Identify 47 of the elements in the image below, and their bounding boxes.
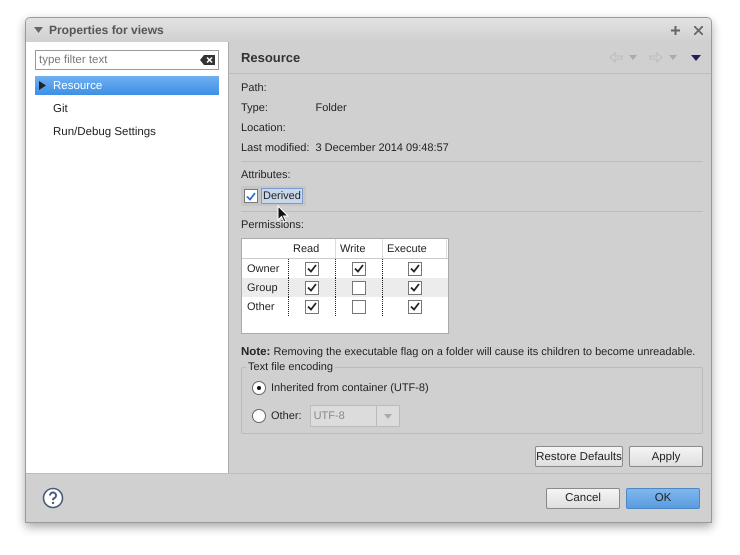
column-header: Write (336, 239, 383, 258)
page-button[interactable]: Apply (629, 446, 703, 467)
collapse-icon[interactable] (34, 27, 43, 33)
detail-value: Folder (315, 101, 348, 115)
sidebar-item[interactable]: Run/Debug Settings (35, 122, 219, 141)
sidebar-item[interactable]: Git (35, 99, 219, 118)
permission-checkbox[interactable] (408, 262, 422, 276)
derived-checkbox[interactable] (244, 189, 258, 203)
plus-icon[interactable] (671, 26, 680, 34)
column-header: Execute (383, 239, 447, 258)
column-header: Read (289, 239, 336, 258)
page-button[interactable]: Restore Defaults (535, 446, 623, 467)
window-title: Properties for views (49, 23, 165, 37)
permission-checkbox[interactable] (305, 262, 319, 276)
menu-caret-icon[interactable] (691, 54, 701, 60)
detail-label: Path: (241, 81, 268, 95)
row-name: Other (242, 297, 289, 316)
permission-checkbox[interactable] (408, 300, 422, 314)
radio-label[interactable]: Inherited from container (UTF-8) (271, 381, 429, 395)
attributes-label: Attributes: (241, 168, 292, 182)
dialog-button[interactable]: Cancel (546, 488, 620, 508)
detail-label: Location: (241, 121, 287, 135)
radio-label[interactable]: Other: (271, 409, 302, 423)
permission-checkbox[interactable] (352, 262, 366, 276)
note-text: Note: Removing the executable flag on a folder will cause its children to become unreadable. (241, 346, 696, 358)
radio-button[interactable] (252, 381, 266, 395)
permission-checkbox[interactable] (305, 300, 319, 314)
permissions-label: Permissions: (241, 218, 305, 232)
radio-button[interactable] (252, 409, 266, 423)
page-title: Resource (241, 50, 302, 65)
permission-checkbox[interactable] (305, 280, 319, 294)
expand-icon[interactable] (39, 81, 46, 90)
permission-checkbox[interactable] (408, 280, 422, 294)
detail-label: Last modified: (241, 141, 310, 155)
group-title: Text file encoding (247, 361, 334, 373)
help-icon[interactable] (42, 487, 64, 509)
detail-value: 3 December 2014 09:48:57 (315, 141, 450, 155)
permission-checkbox[interactable] (352, 280, 366, 294)
detail-label: Type: (241, 101, 269, 115)
derived-label[interactable]: Derived (261, 188, 303, 204)
close-icon[interactable] (694, 26, 703, 34)
filter-field[interactable]: type filter text (35, 50, 219, 70)
check-icon (354, 264, 364, 273)
dialog-button[interactable]: OK (626, 488, 700, 508)
row-name: Group (242, 278, 289, 297)
permission-checkbox[interactable] (352, 300, 366, 314)
clear-icon[interactable] (200, 55, 215, 65)
